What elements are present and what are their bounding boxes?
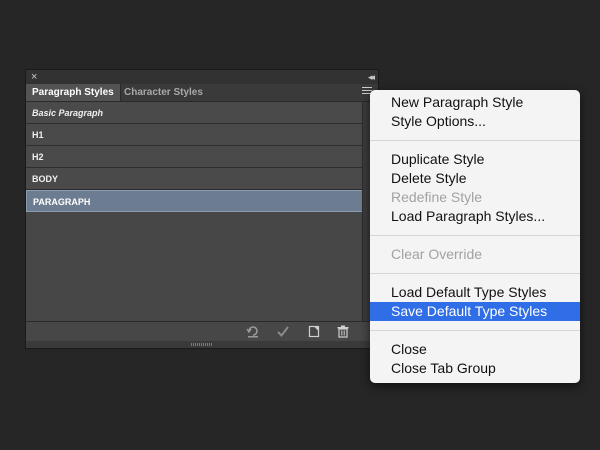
menu-item-load-paragraph-styles[interactable]: Load Paragraph Styles...	[370, 207, 580, 226]
menu-divider	[370, 140, 580, 141]
style-item-basic-paragraph[interactable]: Basic Paragraph	[26, 102, 364, 124]
menu-item-clear-override: Clear Override	[391, 246, 483, 262]
menu-item-close-tab-group[interactable]: Close Tab Group	[370, 359, 580, 378]
tab-paragraph-styles[interactable]: Paragraph Styles	[26, 84, 121, 101]
tab-character-styles[interactable]: Character Styles	[118, 84, 209, 101]
resize-grip-icon[interactable]	[191, 343, 213, 346]
panel-context-menu: New Paragraph Style Style Options... Dup…	[370, 90, 580, 383]
style-item-body[interactable]: BODY	[26, 168, 364, 190]
collapse-icon[interactable]: ◂◂	[368, 70, 375, 84]
menu-item-new-paragraph-style[interactable]: New Paragraph Style	[370, 93, 580, 112]
resize-grip-bar[interactable]	[26, 341, 378, 348]
panel-title-bar: × ◂◂	[26, 70, 378, 84]
menu-divider	[370, 235, 580, 236]
menu-item-close[interactable]: Close	[370, 340, 580, 359]
menu-item-load-default-type-styles[interactable]: Load Default Type Styles	[370, 283, 580, 302]
paragraph-styles-panel: × ◂◂ Paragraph Styles Character Styles B…	[25, 69, 379, 349]
new-style-icon[interactable]	[307, 325, 321, 338]
menu-item-duplicate-style[interactable]: Duplicate Style	[370, 150, 580, 169]
reset-icon[interactable]	[246, 325, 260, 338]
menu-item-style-options[interactable]: Style Options...	[370, 112, 580, 131]
menu-divider	[370, 330, 580, 331]
checkmark-icon[interactable]	[276, 325, 290, 338]
menu-divider	[370, 273, 580, 274]
style-item-h2[interactable]: H2	[26, 146, 364, 168]
panel-tabbar: Paragraph Styles Character Styles	[26, 84, 378, 102]
menu-item-redefine-style: Redefine Style	[391, 189, 483, 205]
menu-item-save-default-type-styles[interactable]: Save Default Type Styles	[370, 302, 580, 321]
menu-item-delete-style[interactable]: Delete Style	[370, 169, 580, 188]
style-list: Basic Paragraph H1 H2 BODY PARAGRAPH	[26, 102, 364, 322]
style-item-paragraph[interactable]: PARAGRAPH	[26, 190, 364, 212]
style-item-h1[interactable]: H1	[26, 124, 364, 146]
trash-icon[interactable]	[336, 325, 350, 338]
close-icon[interactable]: ×	[31, 70, 37, 84]
panel-bottom-bar	[26, 321, 378, 341]
